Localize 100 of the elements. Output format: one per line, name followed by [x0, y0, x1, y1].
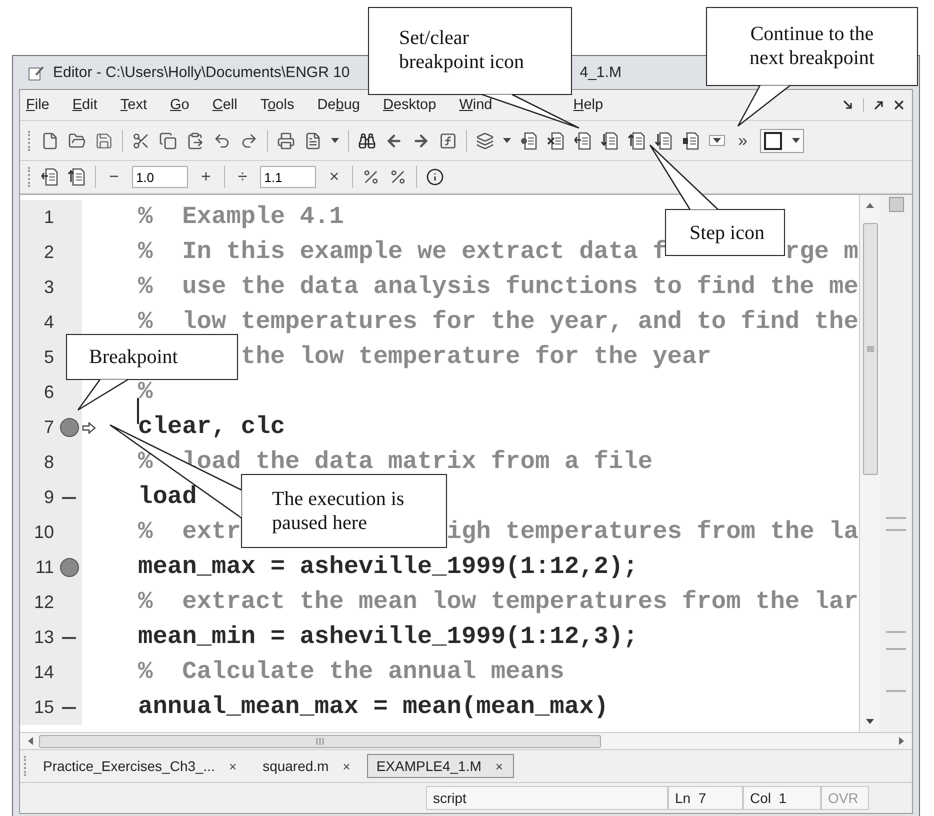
menu-item[interactable]: Debug: [317, 97, 360, 113]
callout-text: The execution is paused here: [272, 487, 406, 535]
document-icon[interactable]: [304, 132, 322, 150]
info-icon[interactable]: [426, 168, 444, 186]
decrement-button[interactable]: −: [105, 167, 123, 187]
stack-icon[interactable]: [476, 132, 494, 150]
document-arrow-down-icon[interactable]: [601, 130, 619, 150]
code-comment: igh temperatures from the la: [446, 519, 858, 546]
menu-item[interactable]: Help: [573, 97, 604, 113]
document-x-icon[interactable]: [547, 130, 565, 150]
open-folder-icon[interactable]: [68, 132, 86, 150]
menu-item[interactable]: Text: [120, 97, 147, 113]
multiply-button[interactable]: ×: [325, 167, 344, 187]
code-text: mean_min = asheville_1999(1:12,3);: [138, 624, 638, 651]
menu-item[interactable]: Cell: [212, 97, 238, 113]
cell-divider-icon[interactable]: [68, 167, 86, 187]
dropdown-button[interactable]: [709, 135, 725, 146]
menu-item[interactable]: Wind: [459, 97, 492, 113]
callout-text: Continue to the next breakpoint: [748, 22, 876, 70]
scroll-left-icon[interactable]: [28, 737, 33, 745]
line-number: 9: [42, 486, 55, 509]
line-number: 14: [32, 661, 55, 684]
dock-icon[interactable]: [843, 100, 853, 110]
callout-text: Breakpoint: [89, 345, 179, 369]
breakpoint-marker[interactable]: [60, 558, 78, 577]
document-arrow-icon[interactable]: [574, 130, 592, 150]
undock-icon[interactable]: [874, 100, 884, 110]
code-comment: % use the data analysis functions to find the me: [138, 274, 858, 301]
function-icon[interactable]: [439, 132, 457, 150]
executable-line-marker[interactable]: [62, 706, 76, 708]
document-dot-icon[interactable]: [520, 130, 538, 150]
percent-icon[interactable]: [389, 168, 408, 186]
insert-cell-icon[interactable]: [41, 167, 59, 187]
executable-line-marker[interactable]: [62, 496, 76, 498]
scrollbar-thumb[interactable]: [862, 222, 878, 474]
code-marker[interactable]: [886, 517, 906, 519]
close-icon[interactable]: [894, 100, 904, 110]
menu-item[interactable]: Edit: [72, 97, 98, 113]
code-text: clear, clc: [138, 414, 286, 441]
code-comment: the low temperature for the year: [240, 344, 712, 371]
caret-icon[interactable]: [331, 138, 339, 143]
find-icon[interactable]: [358, 132, 376, 150]
copy-icon[interactable]: [159, 132, 177, 150]
code-comment: % Calculate the annual means: [138, 659, 564, 686]
code-text: load: [138, 484, 197, 511]
tab-close-button[interactable]: ×: [340, 758, 352, 774]
status-column: Col 1: [743, 786, 821, 810]
executable-line-marker[interactable]: [62, 636, 76, 638]
menu-item[interactable]: Tools: [260, 97, 294, 113]
print-icon[interactable]: [277, 132, 295, 150]
file-tab[interactable]: EXAMPLE4_1.M ×: [367, 754, 514, 778]
code-comment: %: [138, 379, 153, 406]
scale-value-field[interactable]: 1.1: [260, 166, 316, 188]
line-number: 13: [32, 626, 55, 649]
code-marker[interactable]: [886, 648, 906, 650]
code-marker[interactable]: [886, 690, 906, 692]
increment-value-field[interactable]: 1.0: [132, 166, 188, 188]
line-number: 7: [42, 416, 55, 439]
document-arrow-up-icon[interactable]: [628, 130, 646, 150]
file-tab[interactable]: squared.m ×: [254, 754, 362, 778]
overflow-button[interactable]: »: [734, 130, 752, 150]
file-tab[interactable]: Practice_Exercises_Ch3_... ×: [34, 754, 248, 778]
status-overwrite: OVR: [821, 786, 869, 810]
code-marker[interactable]: [886, 631, 906, 633]
scroll-up-icon[interactable]: [866, 203, 874, 208]
document-stop-icon[interactable]: [682, 130, 700, 150]
caret-icon[interactable]: [792, 138, 800, 143]
code-comment: % extr: [138, 519, 241, 546]
menu-item[interactable]: Desktop: [382, 97, 436, 113]
redo-icon[interactable]: [240, 132, 258, 150]
new-file-icon[interactable]: [41, 132, 59, 150]
divide-button[interactable]: ÷: [234, 167, 252, 187]
breakpoint-marker[interactable]: [60, 418, 78, 437]
caret-icon[interactable]: [713, 138, 721, 143]
line-number: 11: [34, 556, 55, 579]
caret-icon[interactable]: [503, 138, 511, 143]
scrollbar-thumb[interactable]: [39, 734, 601, 748]
tab-close-button[interactable]: ×: [493, 758, 505, 774]
code-marker[interactable]: [886, 529, 906, 531]
scroll-down-icon[interactable]: [866, 719, 874, 724]
layout-dropdown[interactable]: [760, 128, 804, 152]
undo-icon[interactable]: [213, 132, 231, 150]
cut-icon[interactable]: [132, 132, 150, 150]
menu-item[interactable]: File: [26, 97, 50, 113]
scroll-right-icon[interactable]: [899, 737, 904, 745]
window-title: 4_1.M: [580, 64, 622, 81]
editor-icon: [27, 64, 45, 82]
line-number: 12: [32, 591, 55, 614]
forward-arrow-icon[interactable]: [412, 132, 430, 150]
paste-icon[interactable]: [186, 132, 204, 150]
line-number: 6: [42, 381, 55, 404]
save-icon[interactable]: [95, 132, 113, 150]
callout-text: Step icon: [688, 221, 766, 245]
increment-button[interactable]: +: [196, 167, 215, 187]
code-comment: % low temperatures for the year, and to find the: [138, 309, 858, 336]
document-arrow-down-icon[interactable]: [655, 130, 673, 150]
tab-close-button[interactable]: ×: [226, 758, 239, 774]
code-comment: % Example 4.1: [138, 204, 344, 231]
percent-icon[interactable]: [362, 168, 380, 186]
menu-item[interactable]: Go: [170, 97, 190, 113]
